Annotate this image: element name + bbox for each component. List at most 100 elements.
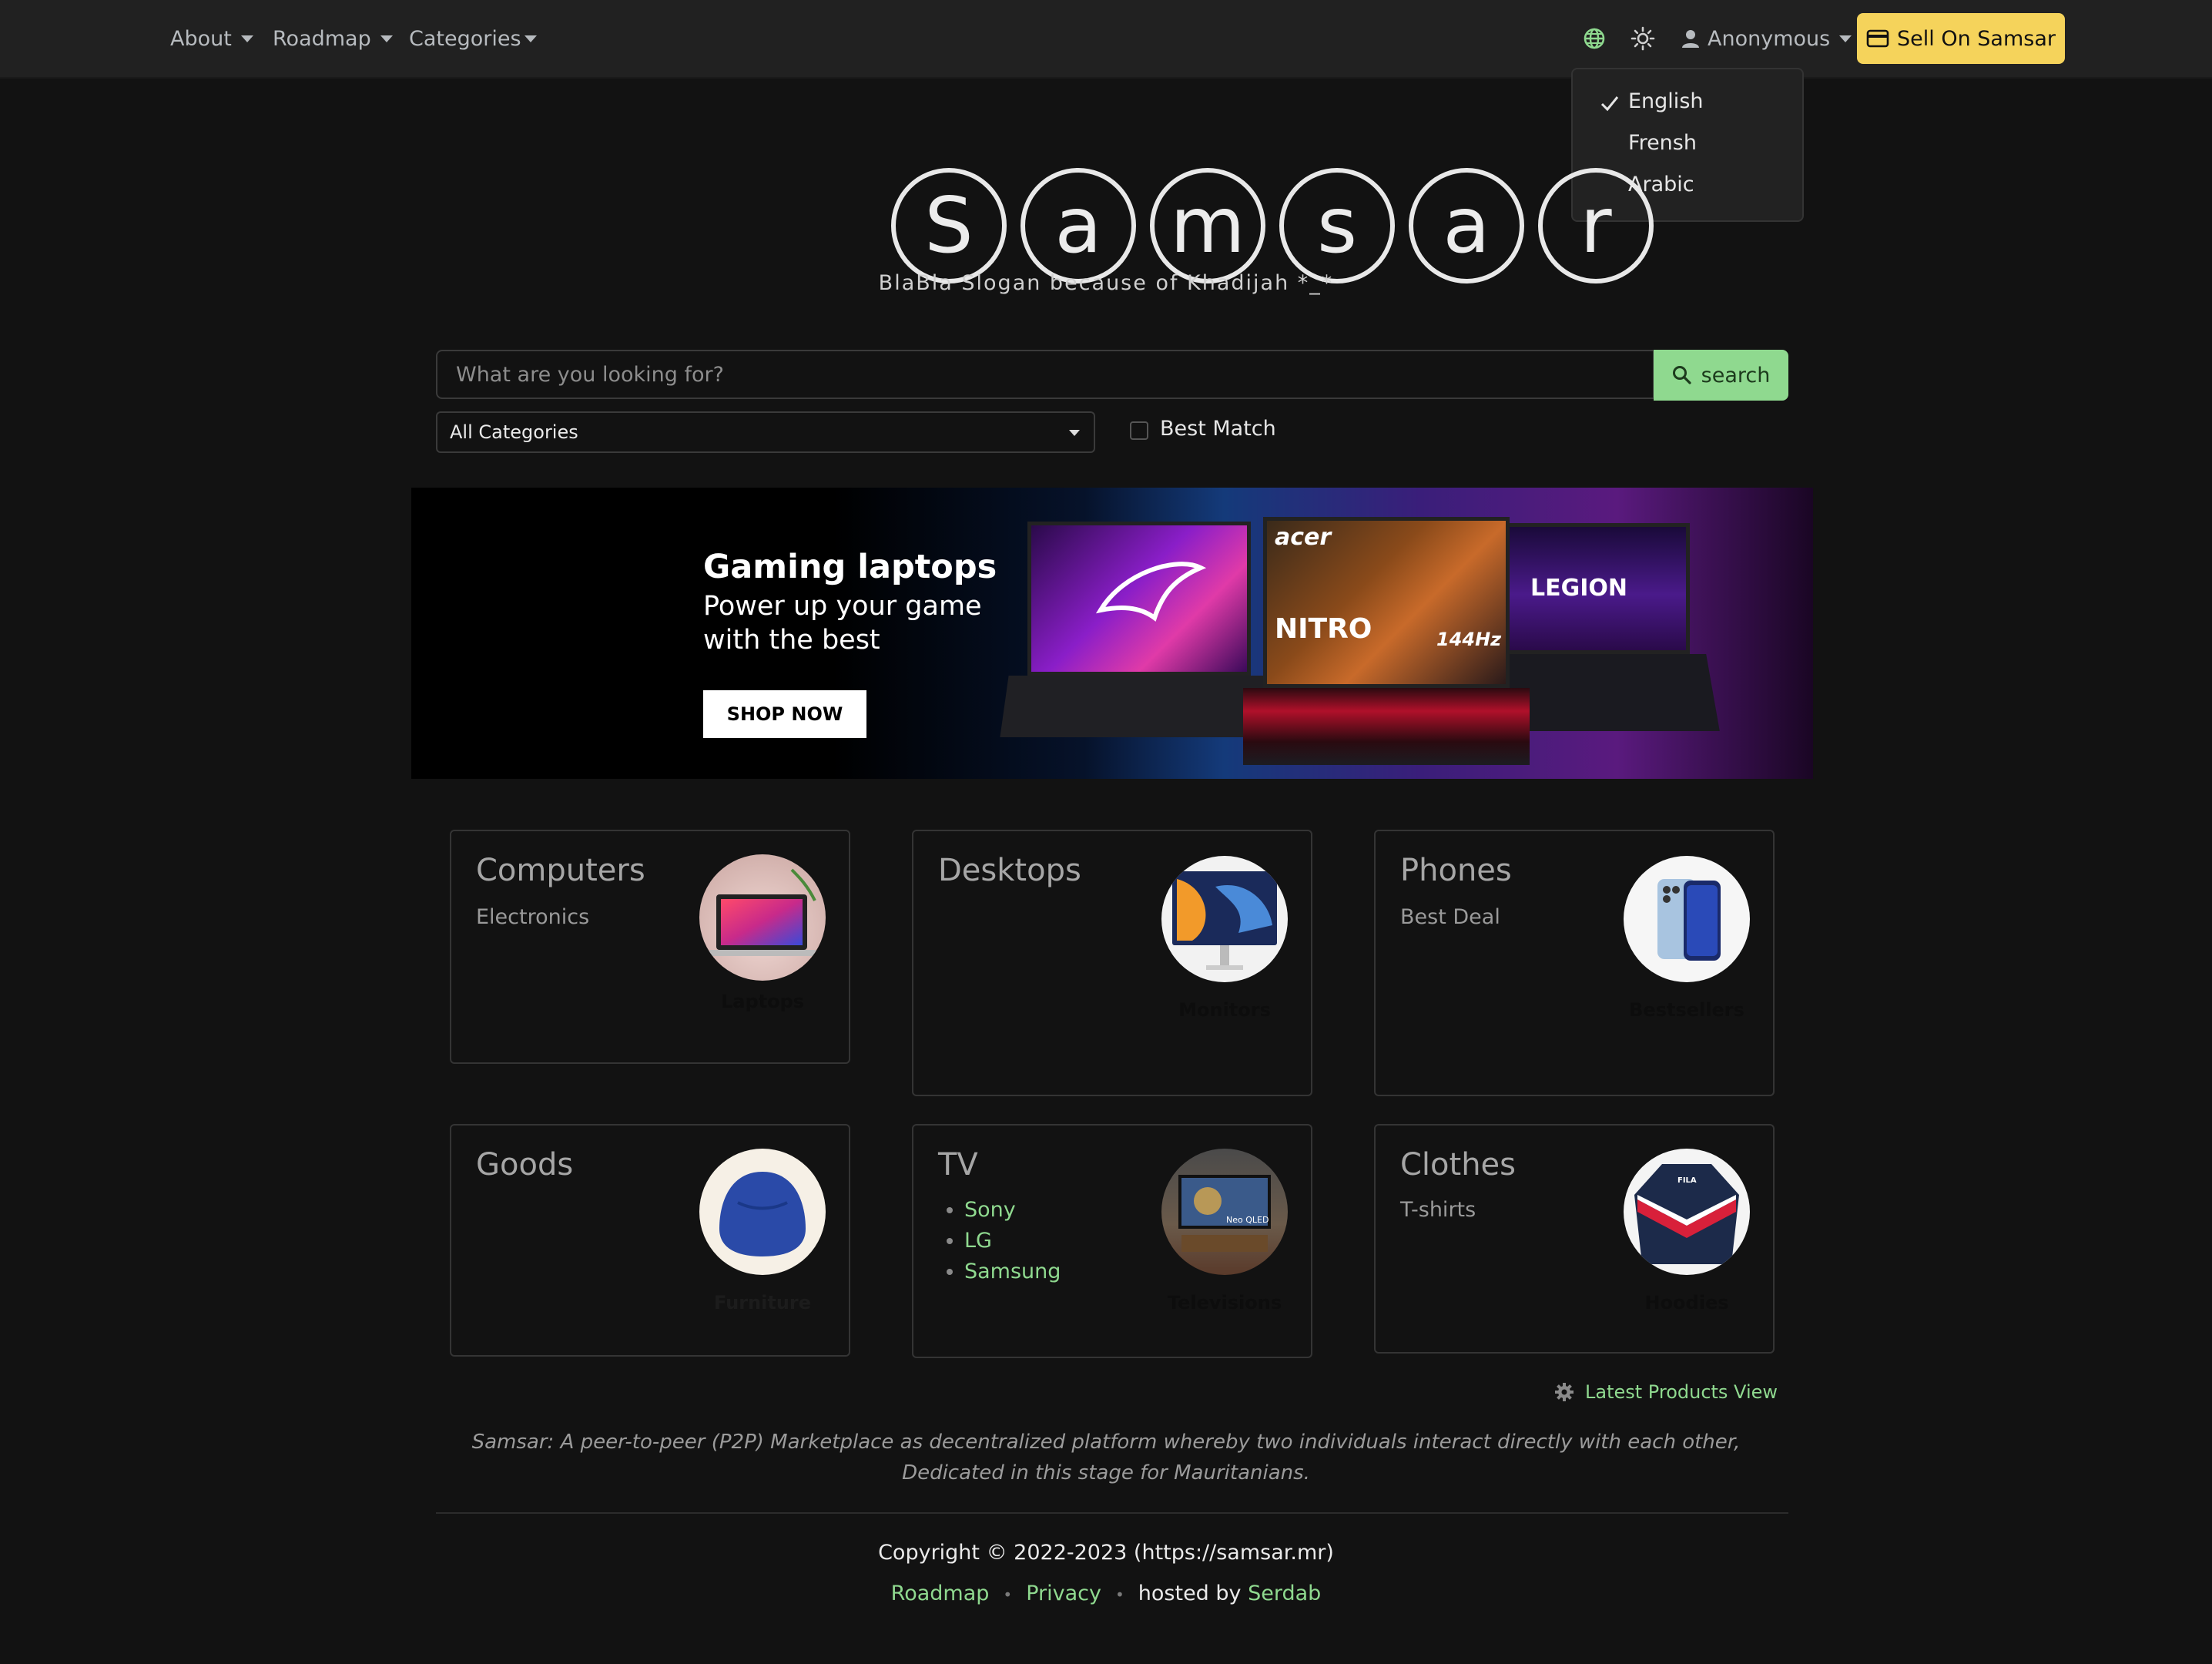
laptop-screen (1027, 522, 1251, 676)
sell-button[interactable]: Sell On Samsar (1857, 13, 2065, 64)
card-image-caption: Laptops (720, 991, 805, 1012)
card-title: Goods (476, 1147, 574, 1183)
card-subtitle: T-shirts (1400, 1198, 1476, 1222)
user-icon (1682, 30, 1699, 48)
sun-icon[interactable] (1631, 26, 1655, 51)
separator-dot: • (1003, 1585, 1013, 1604)
laptop-screen: LEGION (1497, 523, 1690, 654)
logo-letter: s (1279, 168, 1395, 283)
televisions-image: Neo QLED (1161, 1149, 1288, 1275)
best-match-label: Best Match (1160, 417, 1276, 441)
chevron-down-icon (1069, 430, 1080, 436)
footer-roadmap-link[interactable]: Roadmap (891, 1582, 990, 1605)
slogan: BlaBla Slogan because of Khadijah *_* (878, 271, 1334, 295)
card-image-caption: Televisions (1167, 1292, 1282, 1313)
check-icon (1600, 96, 1619, 112)
card-title: TV (938, 1147, 978, 1183)
footer-divider (436, 1512, 1788, 1514)
nav-roadmap-label: Roadmap (273, 26, 371, 51)
footer-links: Roadmap • Privacy • hosted by Serdab (0, 1582, 2212, 1605)
tv-brand-link[interactable]: LG (964, 1226, 1061, 1256)
chevron-down-icon (1839, 35, 1852, 42)
chevron-down-icon (380, 35, 393, 42)
acer-brand: acer (1275, 524, 1332, 551)
user-name: Anonymous (1708, 26, 1831, 51)
credit-card-icon (1866, 29, 1889, 48)
separator-dot: • (1114, 1585, 1124, 1604)
latest-products-label: Latest Products View (1585, 1381, 1778, 1403)
laptop-keyboard (1000, 676, 1279, 737)
chevron-down-icon (524, 35, 537, 42)
legion-brand: LEGION (1530, 575, 1628, 602)
card-image-caption: Monitors (1178, 999, 1271, 1021)
nav-categories-dropdown[interactable]: Categories (409, 0, 537, 77)
chevron-down-icon (240, 35, 253, 42)
hoodies-image: FILA (1624, 1149, 1750, 1275)
nav-about-label: About (170, 26, 232, 51)
monitors-image (1161, 856, 1288, 982)
nitro-brand: NITRO (1275, 613, 1372, 645)
tv-brand-link[interactable]: Samsung (964, 1256, 1061, 1287)
category-select[interactable]: All Categories (436, 411, 1095, 453)
globe-icon[interactable] (1582, 26, 1607, 51)
best-match-checkbox[interactable] (1130, 421, 1148, 440)
category-card-phones[interactable]: Phones Best Deal Bestsellers (1374, 830, 1775, 1096)
user-dropdown[interactable]: Anonymous (1680, 0, 1852, 77)
laptops-image (699, 854, 826, 981)
sell-button-label: Sell On Samsar (1897, 26, 2056, 51)
laptop-keyboard (1243, 688, 1530, 765)
category-select-value: All Categories (450, 421, 578, 443)
banner-subtitle: Power up your game with the best (703, 591, 982, 656)
logo-letter: a (1021, 168, 1136, 283)
copyright: Copyright © 2022-2023 (https://samsar.mr… (878, 1541, 1334, 1565)
beanbag-icon (719, 1172, 806, 1256)
search-button-label: search (1701, 363, 1771, 387)
monitor-icon (1172, 871, 1277, 970)
card-title: Desktops (938, 853, 1081, 888)
shop-now-button[interactable]: SHOP NOW (703, 690, 866, 738)
language-item-frensh[interactable]: Frensh (1628, 131, 1697, 155)
samsar-logo: S a m s a r (891, 168, 1654, 283)
logo-letter: m (1150, 168, 1265, 283)
nav-about-dropdown[interactable]: About (170, 0, 253, 77)
rog-logo-icon (1095, 562, 1207, 622)
laptop-icon (709, 868, 816, 956)
nav-categories-label: Categories (409, 26, 521, 51)
search-icon (1672, 366, 1691, 384)
navbar: About Roadmap Categories Anonymous Sell … (0, 0, 2212, 79)
logo-letter: a (1409, 168, 1524, 283)
card-image-caption: Bestsellers (1629, 999, 1744, 1021)
tv-brand-link[interactable]: Sony (964, 1195, 1061, 1226)
language-item-english[interactable]: English (1628, 89, 1704, 113)
search-input[interactable] (436, 350, 1654, 399)
tv-brand-list: Sony LG Samsung (938, 1195, 1061, 1287)
card-image-caption: Furniture (713, 1292, 812, 1313)
promo-banner[interactable]: Gaming laptops Power up your game with t… (411, 488, 1813, 779)
card-title: Phones (1400, 853, 1512, 888)
category-card-tv[interactable]: TV Sony LG Samsung Neo QLED Televisions (912, 1124, 1312, 1358)
footer-privacy-link[interactable]: Privacy (1026, 1582, 1101, 1605)
footer-host-link[interactable]: Serdab (1248, 1582, 1321, 1605)
category-card-clothes[interactable]: Clothes T-shirts FILA Hoodies (1374, 1124, 1775, 1354)
gear-icon (1555, 1383, 1574, 1401)
about-description: Samsar: A peer-to-peer (P2P) Marketplace… (471, 1431, 1741, 1485)
card-title: Computers (476, 853, 645, 888)
refresh-rate-label: 144Hz (1436, 629, 1502, 650)
phone-icon (1657, 879, 1721, 961)
logo-letter: S (891, 168, 1007, 283)
latest-products-link[interactable]: Latest Products View (1554, 1381, 1778, 1403)
card-subtitle: Best Deal (1400, 905, 1500, 929)
furniture-image (699, 1149, 826, 1275)
tv-icon: Neo QLED (1178, 1175, 1271, 1252)
hosted-by-text: hosted by (1138, 1582, 1242, 1605)
banner-title: Gaming laptops (703, 548, 997, 586)
nav-roadmap-dropdown[interactable]: Roadmap (273, 0, 393, 77)
category-card-desktops[interactable]: Desktops Monitors (912, 830, 1312, 1096)
search-button[interactable]: search (1654, 350, 1788, 401)
tv-screen-label: Neo QLED (1226, 1215, 1269, 1225)
hoodie-icon: FILA (1634, 1164, 1739, 1264)
category-card-computers[interactable]: Computers Electronics Laptops (450, 830, 850, 1064)
card-subtitle: Electronics (476, 905, 590, 929)
card-title: Clothes (1400, 1147, 1516, 1183)
category-card-goods[interactable]: Goods Furniture (450, 1124, 850, 1357)
